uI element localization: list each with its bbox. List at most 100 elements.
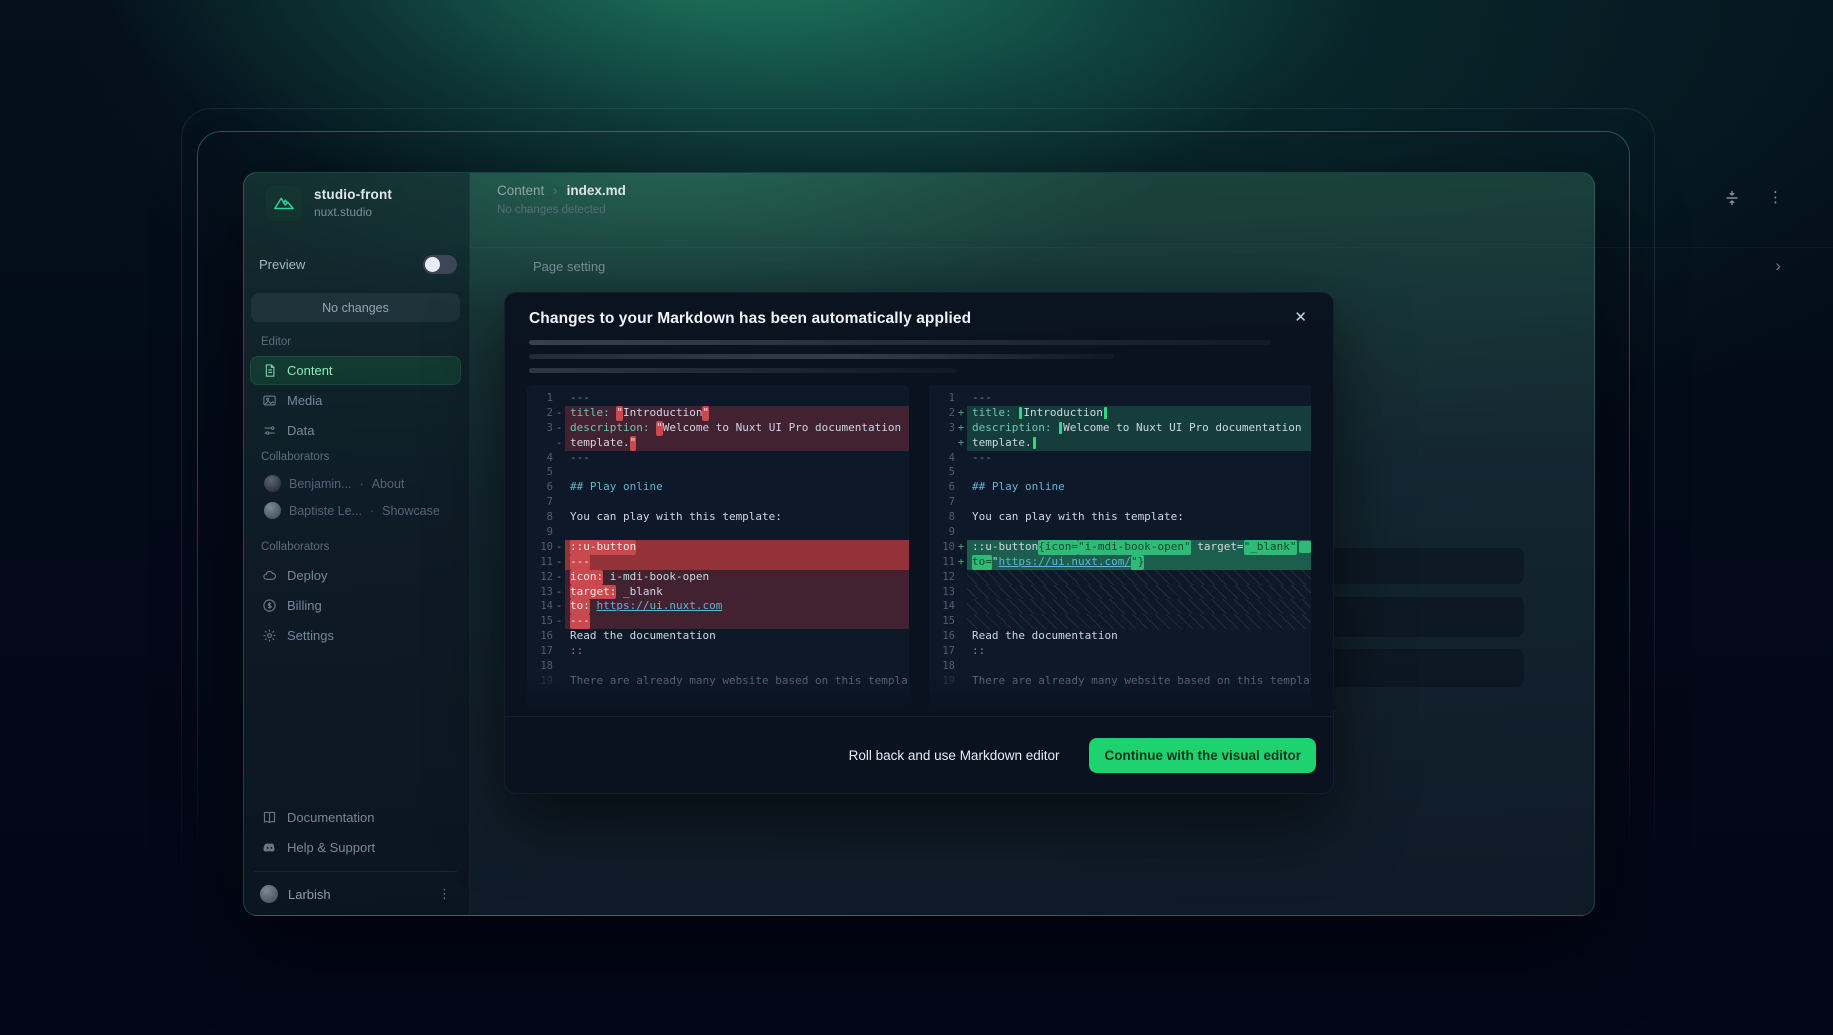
diff-line: 13-target: _blank (527, 585, 909, 600)
diff-line: 6## Play online (929, 480, 1311, 495)
diff-line: 5 (929, 465, 1311, 480)
sidebar-item-label: Help & Support (287, 840, 375, 855)
diff-line: 8You can play with this template: (929, 510, 1311, 525)
collaborator-name: Baptiste Le... (289, 504, 362, 518)
preview-toggle[interactable] (423, 255, 457, 274)
sidebar-item-help-support[interactable]: Help & Support (250, 833, 461, 862)
diff-line: 3+description: Welcome to Nuxt UI Pro do… (929, 421, 1311, 436)
user-more-icon[interactable]: ⋮ (438, 886, 451, 902)
separator-dot: · (370, 504, 374, 518)
collaborator-row[interactable]: Benjamin... · About (250, 470, 461, 497)
sidebar-item-label: Settings (287, 628, 334, 643)
diff-line: 18 (929, 659, 1311, 674)
changes-status: No changes detected (497, 204, 606, 216)
preview-label: Preview (259, 257, 305, 272)
diff-line: 17:: (929, 644, 1311, 659)
sidebar-item-settings[interactable]: Settings (250, 621, 461, 650)
discord-icon (262, 840, 277, 855)
diff-line: 13 (929, 585, 1311, 600)
diff-line: 2-title: "Introduction" (527, 406, 909, 421)
workspace-switcher[interactable]: studio-front nuxt.studio (266, 185, 392, 221)
more-options-icon[interactable]: ⋮ (1768, 190, 1783, 206)
skeleton-line (529, 368, 957, 373)
diff-line: 5 (527, 465, 909, 480)
avatar (264, 502, 281, 519)
collaborator-row[interactable]: Baptiste Le... · Showcase (250, 497, 461, 524)
collaborators-section-label: Collaborators (250, 451, 461, 463)
diff-line: 15---- (527, 614, 909, 629)
diff-line: 12-icon: i-mdi-book-open (527, 570, 909, 585)
close-icon[interactable]: ✕ (1294, 308, 1307, 326)
cloud-icon (262, 568, 277, 583)
sliders-icon (262, 423, 277, 438)
image-icon (262, 393, 277, 408)
sidebar-item-deploy[interactable]: Deploy (250, 561, 461, 590)
sidebar-item-label: Content (287, 363, 333, 378)
dialog-footer: Roll back and use Markdown editor Contin… (505, 716, 1333, 793)
divider (254, 871, 457, 872)
diff-line: 17:: (527, 644, 909, 659)
diff-line: 3-description: "Welcome to Nuxt UI Pro d… (527, 421, 909, 436)
diff-line: 4--- (929, 451, 1311, 466)
sidebar-item-label: Data (287, 423, 314, 438)
breadcrumb: Content › index.md (497, 183, 626, 198)
page-setting-label: Page setting (533, 259, 605, 274)
gear-icon (262, 628, 277, 643)
diff-line: 10-::u-button (527, 540, 909, 555)
diff-line: 7 (929, 495, 1311, 510)
diff-line: 1--- (527, 391, 909, 406)
diff-line: -template." (527, 436, 909, 451)
diff-line: 8You can play with this template: (527, 510, 909, 525)
sidebar-item-data[interactable]: Data (250, 416, 461, 445)
user-menu[interactable]: Larbish ⋮ (250, 881, 461, 907)
workspace-org: nuxt.studio (314, 205, 392, 219)
toggle-knob (425, 257, 440, 272)
no-changes-button[interactable]: No changes (251, 293, 460, 322)
diff-pane-left[interactable]: 1---2-title: "Introduction"3-description… (527, 385, 909, 710)
rollback-button[interactable]: Roll back and use Markdown editor (849, 748, 1060, 763)
diff-viewer: 1---2-title: "Introduction"3-description… (505, 385, 1335, 710)
continue-visual-editor-button[interactable]: Continue with the visual editor (1089, 738, 1316, 773)
workspace-name: studio-front (314, 187, 392, 202)
chevron-right-icon: › (1775, 256, 1781, 276)
document-icon (262, 363, 277, 378)
diff-line: 11+to="https://ui.nuxt.com/"} (929, 555, 1311, 570)
diff-pane-right[interactable]: 1---2+title: Introduction3+description: … (929, 385, 1311, 710)
sidebar-item-billing[interactable]: Billing (250, 591, 461, 620)
sidebar-item-label: Billing (287, 598, 322, 613)
dollar-icon (262, 598, 277, 613)
separator-dot: · (360, 477, 364, 491)
dialog-title: Changes to your Markdown has been automa… (529, 310, 971, 328)
page-setting-row[interactable]: Page setting › (469, 247, 1833, 284)
diff-line: 19There are already many website based o… (929, 674, 1311, 689)
collapse-vertical-icon[interactable] (1724, 190, 1740, 206)
breadcrumb-content[interactable]: Content (497, 183, 544, 198)
avatar (264, 475, 281, 492)
markdown-changes-dialog: Changes to your Markdown has been automa… (504, 292, 1334, 794)
diff-line: 1--- (929, 391, 1311, 406)
diff-line: 2+title: Introduction (929, 406, 1311, 421)
user-name: Larbish (288, 887, 331, 902)
collaborator-page: Showcase (382, 504, 440, 518)
skeleton-line (529, 354, 1114, 359)
diff-line: 6## Play online (527, 480, 909, 495)
collaborator-name: Benjamin... (289, 477, 352, 491)
diff-line: 4--- (527, 451, 909, 466)
sidebar-item-label: Media (287, 393, 322, 408)
diff-line: 10+::u-button{icon="i-mdi-book-open" tar… (929, 540, 1311, 555)
breadcrumb-file[interactable]: index.md (567, 183, 626, 198)
diff-line: 7 (527, 495, 909, 510)
editor-section-label: Editor (250, 336, 461, 348)
sidebar-item-media[interactable]: Media (250, 386, 461, 415)
sidebar-item-label: Deploy (287, 568, 327, 583)
nuxt-studio-logo-icon (266, 185, 302, 221)
sidebar-item-documentation[interactable]: Documentation (250, 803, 461, 832)
sidebar-item-label: Documentation (287, 810, 374, 825)
book-icon (262, 810, 277, 825)
diff-line: 12 (929, 570, 1311, 585)
diff-line: +template. (929, 436, 1311, 451)
diff-line: 16Read the documentation (929, 629, 1311, 644)
sidebar-item-content[interactable]: Content (250, 356, 461, 385)
skeleton-line (529, 340, 1271, 345)
diff-line: 9 (527, 525, 909, 540)
